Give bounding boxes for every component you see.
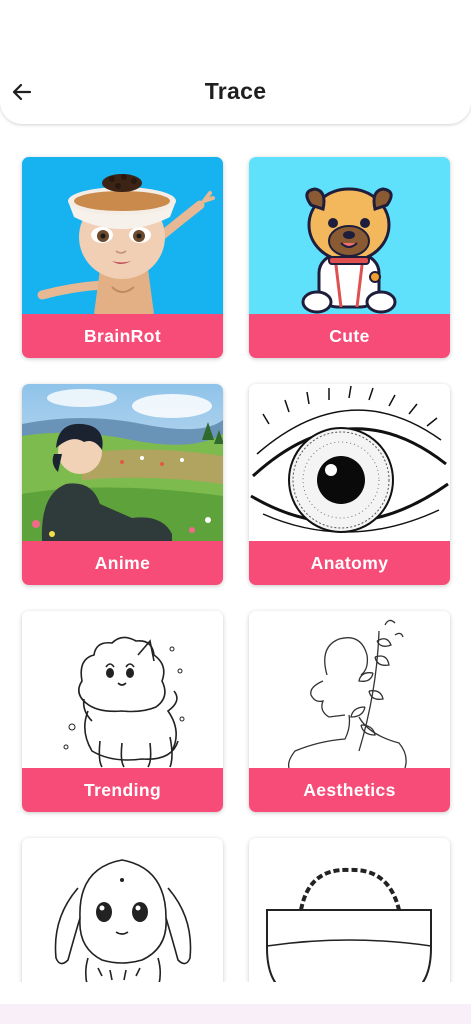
category-card-trending[interactable]: Trending [22, 611, 223, 812]
anime-image [22, 384, 223, 541]
bottom-area [0, 982, 471, 1024]
category-card-anatomy[interactable]: Anatomy [249, 384, 450, 585]
category-card-aesthetics[interactable]: Aesthetics [249, 611, 450, 812]
category-card-bunny[interactable] [22, 838, 223, 998]
cute-image [249, 157, 450, 314]
trace-screen: Trace BrainRot Cute Anime Anatomy Trendi… [0, 0, 471, 1024]
trending-image [22, 611, 223, 768]
category-grid: BrainRot Cute Anime Anatomy Trending Aes… [0, 0, 471, 1024]
system-navigation-strip [0, 1004, 471, 1024]
brainrot-image [22, 157, 223, 314]
category-label-brainrot: BrainRot [22, 314, 223, 358]
category-label-trending: Trending [22, 768, 223, 812]
category-card-anime[interactable]: Anime [22, 384, 223, 585]
category-label-anime: Anime [22, 541, 223, 585]
category-card-brainrot[interactable]: BrainRot [22, 157, 223, 358]
anatomy-image [249, 384, 450, 541]
aesthetics-image [249, 611, 450, 768]
category-label-aesthetics: Aesthetics [249, 768, 450, 812]
category-label-cute: Cute [249, 314, 450, 358]
category-card-bag[interactable] [249, 838, 450, 998]
app-bar: Trace [0, 0, 471, 124]
page-title: Trace [204, 78, 267, 104]
bag-image [249, 838, 450, 998]
category-label-anatomy: Anatomy [249, 541, 450, 585]
bunny-image [22, 838, 223, 998]
category-card-cute[interactable]: Cute [249, 157, 450, 358]
